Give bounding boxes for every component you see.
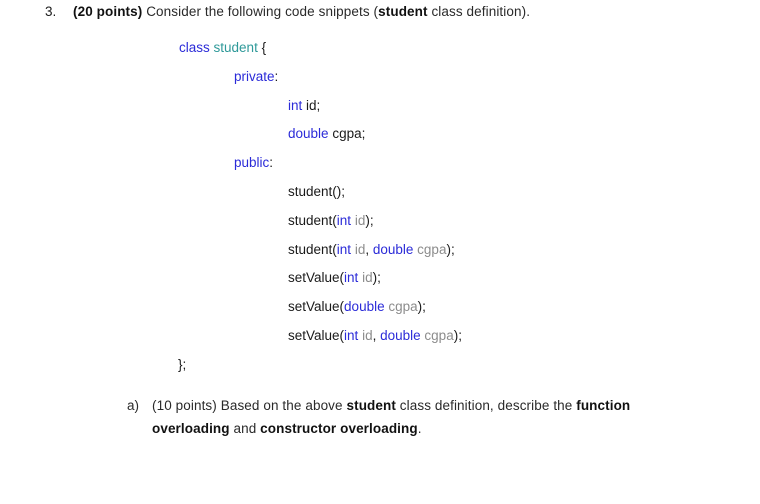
- code-line: student(int id);: [0, 207, 760, 236]
- code-line: private:: [0, 63, 760, 92]
- code-line: };: [0, 351, 760, 380]
- code-token-plain: ();: [332, 183, 346, 199]
- question-3-points: (20 points): [73, 4, 143, 19]
- code-line: class student {: [0, 34, 760, 63]
- code-token-keyword: double: [344, 299, 385, 315]
- code-token-param: cgpa: [388, 299, 418, 315]
- subpart-a-segment: class definition, describe the: [395, 398, 577, 413]
- code-token-param: id: [362, 327, 373, 343]
- code-token-plain: ;: [361, 126, 366, 142]
- code-token-keyword: private: [234, 68, 275, 84]
- code-token-plain: );: [446, 241, 455, 257]
- code-token-keyword: int: [336, 241, 352, 257]
- code-token-param: cgpa: [424, 327, 454, 343]
- code-token-keyword: double: [288, 126, 329, 142]
- subpart-a: a) (10 points) Based on the above studen…: [0, 394, 760, 440]
- code-token-keyword: double: [380, 327, 421, 343]
- code-token-ident: student: [288, 241, 333, 257]
- code-token-keyword: int: [288, 97, 303, 113]
- code-token-ident: setValue: [288, 299, 340, 315]
- code-token-ident: student: [288, 212, 333, 228]
- question-3-row: 3. (20 points) Consider the following co…: [0, 0, 760, 24]
- code-token-plain: :: [269, 155, 274, 171]
- code-token-plain: ;: [316, 97, 321, 113]
- question-3-marker: 3.: [45, 4, 57, 19]
- code-token-plain: :: [274, 68, 279, 84]
- subpart-a-segment: .: [417, 421, 422, 436]
- subpart-a-emphasis: student: [346, 398, 396, 413]
- subpart-a-text: (10 points) Based on the above student c…: [152, 394, 682, 440]
- code-line: public:: [0, 149, 760, 178]
- question-3: 3. (20 points) Consider the following co…: [0, 0, 760, 24]
- code-token-param: id: [354, 241, 366, 257]
- document-page: 3. (20 points) Consider the following co…: [0, 0, 760, 504]
- code-token-keyword: double: [372, 241, 414, 257]
- code-token-plain: );: [372, 270, 381, 286]
- code-token-plain: );: [365, 212, 374, 228]
- code-token-ident: setValue: [288, 270, 340, 286]
- subpart-a-segment: (10 points) Based on the above: [152, 398, 347, 413]
- code-token-type: student: [213, 40, 258, 55]
- subpart-a-emphasis: constructor overloading: [260, 421, 418, 436]
- code-token-keyword: int: [336, 212, 352, 228]
- code-token-keyword: int: [344, 327, 359, 343]
- code-token-ident: student: [288, 183, 333, 199]
- code-line: setValue(int id, double cgpa);: [0, 322, 760, 351]
- code-token-param: id: [362, 270, 373, 286]
- code-token-ident: setValue: [288, 327, 340, 343]
- code-line: setValue(double cgpa);: [0, 293, 760, 322]
- code-token-ident: id: [306, 97, 317, 113]
- question-3-text: (20 points) Consider the following code …: [73, 0, 530, 24]
- code-token-plain: ,: [372, 327, 381, 343]
- code-token-plain: ,: [365, 241, 373, 257]
- question-3-emphasis-student: student: [378, 4, 428, 19]
- code-snippet: class student {private: int id; double cgp…: [0, 34, 760, 380]
- code-line: int id;: [0, 92, 760, 121]
- code-token-keyword: class: [179, 40, 210, 55]
- code-token-plain: );: [453, 327, 462, 343]
- code-token-keyword: int: [344, 270, 359, 286]
- subpart-a-row: a) (10 points) Based on the above studen…: [0, 394, 760, 440]
- question-3-text-after: class definition).: [427, 4, 531, 19]
- code-token-param: cgpa: [417, 241, 447, 257]
- subpart-a-segment: and: [229, 421, 261, 436]
- code-token-plain: );: [417, 299, 426, 315]
- code-line: double cgpa;: [0, 120, 760, 149]
- code-token-param: id: [354, 212, 366, 228]
- code-token-keyword: public: [234, 155, 270, 171]
- code-token-ident: cgpa: [332, 126, 362, 142]
- code-line: student();: [0, 178, 760, 207]
- subpart-a-marker: a): [127, 398, 140, 413]
- code-line: student(int id, double cgpa);: [0, 236, 760, 265]
- question-3-text-before: Consider the following code snippets (: [142, 4, 379, 19]
- code-line: setValue(int id);: [0, 264, 760, 293]
- code-token-plain: {: [257, 40, 267, 55]
- code-token-plain: };: [178, 356, 187, 372]
